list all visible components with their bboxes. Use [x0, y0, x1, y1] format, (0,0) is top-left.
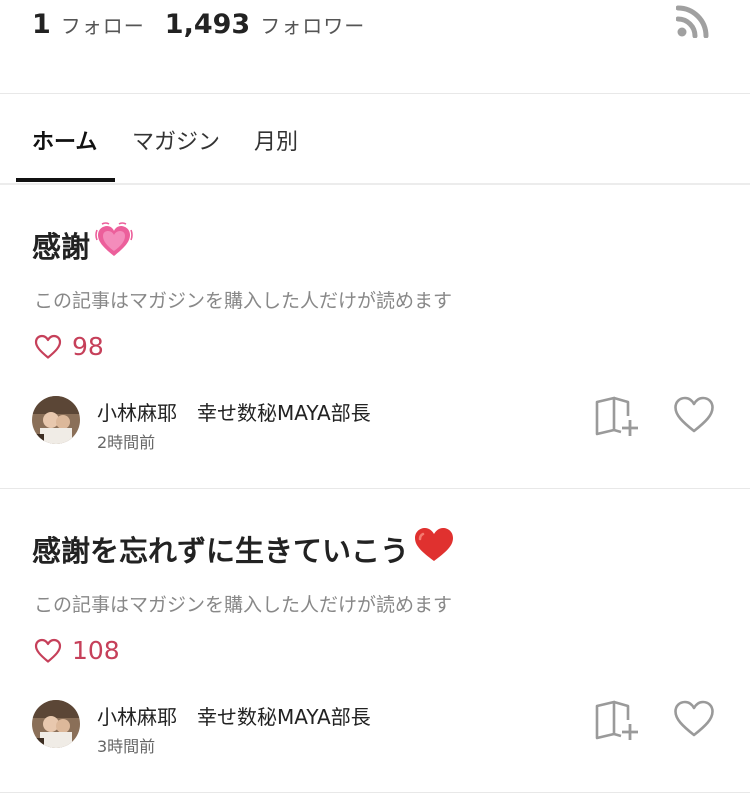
tab-magazine[interactable]: マガジン [132, 124, 220, 156]
active-tab-indicator [16, 178, 115, 182]
likes-number: 98 [72, 332, 104, 361]
heart-outline-icon [34, 638, 62, 663]
profile-stats: 1 フォロー 1,493 フォロワー [32, 4, 385, 44]
like-count[interactable]: 108 [34, 636, 120, 665]
post-title[interactable]: 感謝を忘れずに生きていこう [32, 526, 455, 571]
post-title-text: 感謝 [32, 229, 91, 264]
following-count[interactable]: 1 [32, 9, 51, 40]
author-name[interactable]: 小林麻耶 幸せ数秘MAYA部長 [97, 397, 371, 426]
like-count[interactable]: 98 [34, 332, 104, 361]
tab-monthly[interactable]: 月別 [254, 124, 298, 156]
add-to-magazine-icon[interactable] [594, 700, 640, 742]
add-to-magazine-icon[interactable] [594, 396, 640, 438]
post-divider [0, 792, 750, 793]
paywall-note: この記事はマガジンを購入した人だけが読めます [34, 290, 453, 312]
sparkling-heart-icon [94, 222, 134, 267]
post-divider [0, 488, 750, 489]
tabs-divider [0, 183, 750, 185]
tab-bar: ホーム マガジン 月別 [0, 94, 750, 184]
avatar[interactable] [32, 700, 80, 748]
post-card: 感謝を忘れずに生きていこう この記事はマガジンを購入した人だけが読めます 108… [0, 490, 750, 794]
followers-label[interactable]: フォロワー [260, 10, 365, 39]
post-time: 2時間前 [97, 433, 156, 452]
heart-outline-icon [34, 334, 62, 359]
post-card: 感謝 この記事はマガジンを購入した人だけが読めます 98 小林麻耶 幸せ数秘MA… [0, 186, 750, 490]
post-title-text: 感謝を忘れずに生きていこう [32, 533, 410, 568]
avatar[interactable] [32, 396, 80, 444]
red-heart-icon [413, 526, 455, 571]
paywall-note: この記事はマガジンを購入した人だけが読めます [34, 594, 453, 616]
author-name[interactable]: 小林麻耶 幸せ数秘MAYA部長 [97, 701, 371, 730]
following-label[interactable]: フォロー [61, 10, 145, 39]
post-title[interactable]: 感謝 [32, 222, 134, 267]
likes-number: 108 [72, 636, 120, 665]
like-button-icon[interactable] [672, 698, 716, 740]
post-time: 3時間前 [97, 737, 156, 756]
followers-count[interactable]: 1,493 [165, 9, 250, 40]
rss-icon[interactable] [675, 4, 710, 39]
like-button-icon[interactable] [672, 394, 716, 436]
tab-home[interactable]: ホーム [32, 124, 97, 156]
